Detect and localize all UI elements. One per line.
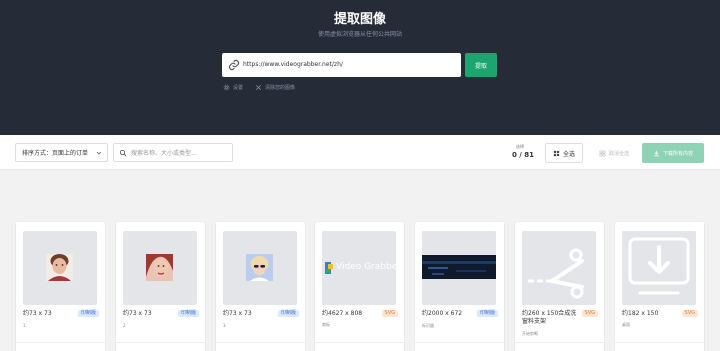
selected-count: 0 / 81 <box>512 151 535 159</box>
image-thumbnail <box>123 231 197 305</box>
image-dimensions: 约73 x 73 <box>223 310 252 317</box>
selected-label: 选择 <box>516 144 524 149</box>
settings-button[interactable]: 设置 <box>223 84 243 91</box>
image-thumbnail <box>422 231 496 305</box>
close-icon <box>256 85 261 90</box>
image-thumbnail <box>622 231 696 305</box>
image-card[interactable]: 约73 x 73 印制版 3 <box>215 221 306 351</box>
scissors-icon <box>528 248 584 299</box>
image-thumbnail <box>23 231 97 305</box>
image-dimensions: 约4627 x 808 <box>322 310 363 317</box>
page-title: 提取图像 <box>333 12 386 27</box>
image-thumbnail <box>522 231 596 305</box>
image-thumbnail <box>223 231 297 305</box>
divider <box>315 342 404 343</box>
clear-images-button[interactable]: 清除您的图像 <box>255 84 295 91</box>
extract-button[interactable]: 提取 <box>465 53 497 77</box>
download-monitor-icon <box>628 237 690 295</box>
sort-label: 排序方式：页面上的订单 <box>22 150 89 157</box>
grid-icon <box>553 150 560 156</box>
image-dimensions: 约73 x 73 <box>23 310 52 317</box>
download-all-label: 下载所有内容 <box>662 150 693 157</box>
chevron-down-icon <box>96 151 102 155</box>
dark-banner <box>422 255 496 279</box>
format-badge: 印制版 <box>476 310 498 317</box>
divider <box>216 342 305 343</box>
image-caption: 桌面 <box>622 322 630 327</box>
select-all-label: 全选 <box>562 150 575 158</box>
link-icon <box>228 59 240 71</box>
divider <box>16 342 105 343</box>
gear-icon <box>223 84 230 91</box>
image-caption: 开始剪断 <box>522 331 538 336</box>
grid-outline-icon <box>599 150 606 156</box>
search-icon <box>119 149 127 157</box>
image-caption: 标识器 <box>422 323 434 328</box>
image-card[interactable]: 约182 x 150 SVG 桌面 <box>614 221 705 351</box>
divider <box>415 342 504 343</box>
format-badge: 印制版 <box>277 310 299 317</box>
url-value: https://www.videograbber.net/zh/ <box>243 61 343 68</box>
url-input[interactable]: https://www.videograbber.net/zh/ <box>222 53 461 77</box>
header-section: 提取图像 使用虚拟浏览器从任何公共网站 https://www.videogra… <box>0 0 720 135</box>
image-dimensions: 约260 x 150合成洗 窗料支架 <box>522 310 577 325</box>
image-caption: 1 <box>23 323 26 328</box>
format-badge: 印制版 <box>77 310 99 317</box>
image-card[interactable]: 约73 x 73 印制版 1 <box>15 221 106 351</box>
image-caption: 商标 <box>322 322 330 327</box>
page-subtitle: 使用虚拟浏览器从任何公共网站 <box>317 31 402 38</box>
download-all-button[interactable]: 下载所有内容 <box>642 143 704 163</box>
image-caption: 3 <box>223 323 226 328</box>
divider <box>116 342 205 343</box>
image-thumbnail: Video Grabber <box>322 231 396 305</box>
format-badge: SVG <box>681 310 698 317</box>
face-woman-icon <box>146 254 173 281</box>
divider <box>615 342 704 343</box>
image-card[interactable]: Video Grabber 约4627 x 808 SVG 商标 <box>314 221 405 351</box>
search-input[interactable]: 搜索名称、大小或类型... <box>113 143 233 162</box>
image-dimensions: 约182 x 150 <box>622 310 659 317</box>
face-sunglasses-icon <box>246 254 273 281</box>
format-badge: SVG <box>381 310 398 317</box>
format-badge: 印制版 <box>177 310 199 317</box>
sort-dropdown[interactable]: 排序方式：页面上的订单 <box>15 143 108 162</box>
format-badge: SVG <box>581 310 598 317</box>
clear-images-label: 清除您的图像 <box>265 85 296 91</box>
image-card[interactable]: 约73 x 73 印制版 2 <box>115 221 206 351</box>
search-placeholder: 搜索名称、大小或类型... <box>131 150 197 157</box>
divider <box>515 342 604 343</box>
image-caption: 2 <box>123 323 126 328</box>
image-card[interactable]: 约260 x 150合成洗 窗料支架 SVG 开始剪断 <box>514 221 605 351</box>
download-icon <box>653 150 660 156</box>
settings-label: 设置 <box>233 85 244 91</box>
deselect-all-button[interactable]: 取消全选 <box>593 143 635 163</box>
face-man-icon <box>46 254 73 281</box>
image-card[interactable]: 约2000 x 672 印制版 标识器 <box>414 221 505 351</box>
deselect-all-label: 取消全选 <box>608 150 629 157</box>
image-dimensions: 约2000 x 672 <box>422 310 463 317</box>
select-all-button[interactable]: 全选 <box>545 143 583 163</box>
logo-text: Video Grabber <box>336 262 396 272</box>
image-dimensions: 约73 x 73 <box>123 310 152 317</box>
